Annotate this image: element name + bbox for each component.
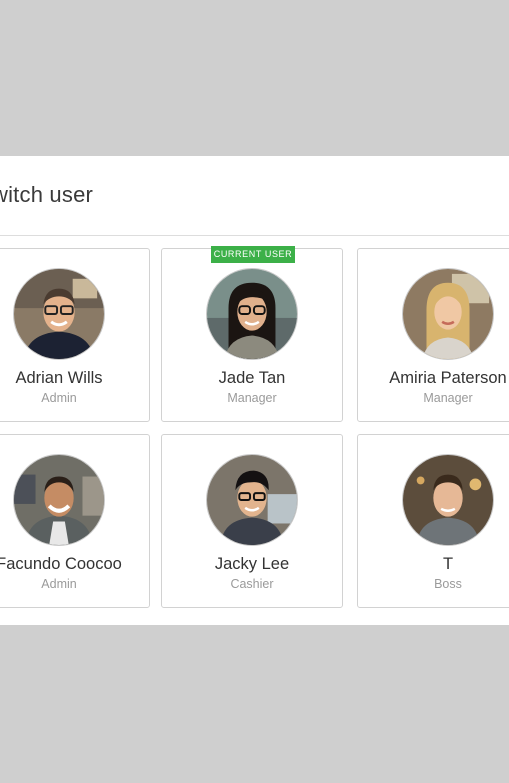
dialog-title: witch user bbox=[0, 182, 94, 207]
user-card-jacky-lee[interactable]: Jacky Lee Cashier bbox=[161, 434, 343, 608]
user-card-jade-tan[interactable]: CURRENT USER Jade Tan Manager bbox=[161, 246, 343, 422]
user-name: T bbox=[442, 555, 454, 573]
user-card-facundo-coocoo[interactable]: Facundo Coocoo Admin bbox=[0, 434, 150, 608]
user-role: Cashier bbox=[230, 577, 274, 591]
switch-user-dialog: witch user Adrian Wills Admin CURRENT US… bbox=[0, 156, 509, 625]
user-avatar bbox=[13, 268, 105, 360]
user-card-adrian-wills[interactable]: Adrian Wills Admin bbox=[0, 248, 150, 422]
user-role: Admin bbox=[41, 391, 77, 405]
user-card-amiria-paterson[interactable]: Amiria Paterson Manager bbox=[357, 248, 509, 422]
user-role: Manager bbox=[423, 391, 473, 405]
dialog-header: witch user bbox=[0, 156, 509, 236]
user-role: Manager bbox=[227, 391, 277, 405]
user-role: Boss bbox=[434, 577, 462, 591]
current-user-badge: CURRENT USER bbox=[211, 246, 295, 263]
user-avatar bbox=[206, 268, 298, 360]
user-name: Jacky Lee bbox=[214, 555, 290, 573]
user-avatar bbox=[13, 454, 105, 546]
user-avatar bbox=[206, 454, 298, 546]
user-card-t[interactable]: T Boss bbox=[357, 434, 509, 608]
user-name: Jade Tan bbox=[218, 369, 286, 387]
user-avatar bbox=[402, 268, 494, 360]
user-name: Amiria Paterson bbox=[389, 369, 507, 387]
user-role: Admin bbox=[41, 577, 77, 591]
user-avatar bbox=[402, 454, 494, 546]
